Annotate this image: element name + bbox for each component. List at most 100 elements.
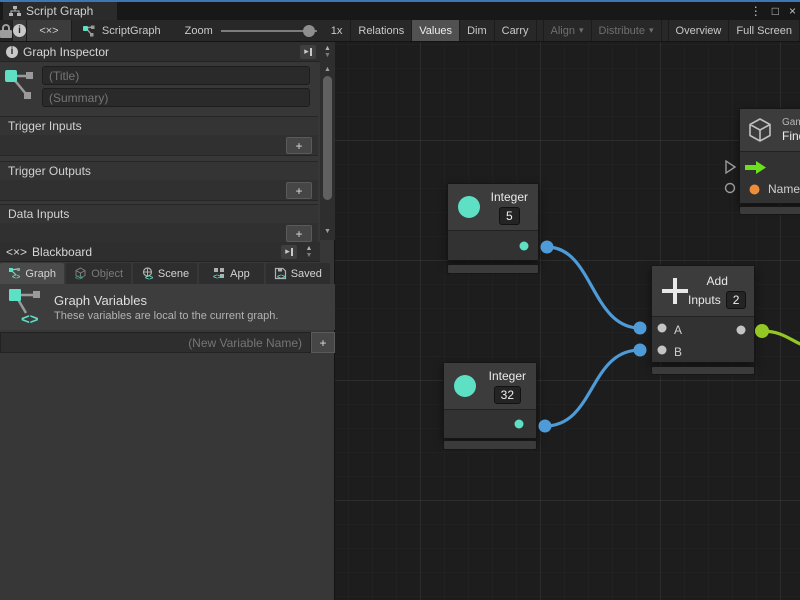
graph-summary-field[interactable]: [42, 88, 310, 107]
wire-endpoint: [539, 420, 552, 433]
values-button[interactable]: Values: [412, 20, 460, 41]
name-port-row[interactable]: Name: [740, 178, 800, 200]
scroll-down-icon[interactable]: ▼: [320, 228, 335, 235]
zoom-slider-knob[interactable]: [303, 25, 315, 37]
carry-button[interactable]: Carry: [495, 20, 537, 41]
port-a-row[interactable]: A: [652, 319, 754, 341]
gameobject-find-node[interactable]: Game Object Find Name: [739, 108, 800, 204]
integer-node-5[interactable]: Integer 5: [447, 183, 539, 261]
titlebar: Script Graph ⋮ □ ×: [0, 0, 800, 20]
integer-type-icon: [453, 374, 477, 398]
trigger-inputs-section: Trigger Inputs: [0, 116, 318, 136]
graph-variables-info: <> Graph Variables These variables are l…: [0, 284, 335, 330]
breadcrumb-label: ScriptGraph: [102, 25, 161, 37]
add-node[interactable]: Add Inputs 2 A B: [651, 265, 755, 363]
name-port-icon: [749, 184, 760, 195]
gameobject-cube-icon: [746, 116, 774, 144]
popout-icon[interactable]: ▸: [281, 245, 297, 259]
data-inputs-section: Data Inputs: [0, 204, 318, 224]
trigger-outputs-list: +: [0, 180, 318, 201]
scroll-up-icon[interactable]: ▲: [320, 66, 335, 73]
blackboard-title: Blackboard: [32, 245, 92, 259]
align-dropdown[interactable]: Align▾: [544, 20, 592, 41]
tab-script-graph[interactable]: Script Graph: [3, 2, 117, 20]
flow-input-port[interactable]: [740, 156, 800, 178]
close-icon[interactable]: ×: [789, 2, 796, 20]
svg-text:<>: <>: [12, 274, 20, 280]
add-data-input-button[interactable]: +: [286, 225, 312, 242]
info-icon: i: [6, 46, 18, 58]
dim-button[interactable]: Dim: [460, 20, 495, 41]
section-label: Trigger Inputs: [0, 117, 318, 135]
cube-icon: <>: [74, 267, 87, 280]
inspector-toggle-button[interactable]: i: [12, 20, 26, 41]
tab-saved[interactable]: <> Saved: [266, 263, 330, 284]
new-variable-row: +: [0, 332, 335, 353]
node-title: Find: [782, 129, 800, 143]
wire-add-output: [762, 331, 800, 347]
blackboard-icon: <×>: [6, 245, 27, 259]
node-footer: [651, 366, 755, 375]
tab-graph[interactable]: <> Graph: [0, 263, 64, 284]
tab-app[interactable]: <> App: [199, 263, 263, 284]
panel-scroll-arrows[interactable]: ▲▼: [302, 245, 316, 259]
tab-scene[interactable]: <> Scene: [133, 263, 197, 284]
variables-toggle-button[interactable]: <×>: [26, 20, 71, 41]
wire-endpoint: [634, 322, 647, 335]
tab-object[interactable]: <> Object: [66, 263, 130, 284]
node-title: Integer: [491, 190, 528, 204]
zoom-slider[interactable]: [221, 30, 317, 32]
flow-input-stub-icon: [726, 161, 735, 173]
graph-canvas[interactable]: Integer 5 Integer 32: [335, 42, 800, 600]
graph-tree-icon: [9, 5, 21, 17]
panel-scroll-arrows[interactable]: ▲▼: [320, 45, 335, 59]
new-variable-input[interactable]: [0, 332, 311, 353]
integer-value-field[interactable]: 32: [494, 386, 521, 404]
fullscreen-button[interactable]: Full Screen: [729, 20, 800, 41]
maximize-icon[interactable]: □: [772, 2, 779, 20]
graph-inspector-header: i Graph Inspector ▸: [0, 42, 320, 62]
inputs-count-field[interactable]: 2: [726, 291, 747, 309]
distribute-dropdown[interactable]: Distribute▾: [592, 20, 662, 41]
overview-button[interactable]: Overview: [669, 20, 730, 41]
port-b-row[interactable]: B: [652, 341, 754, 363]
scene-icon: <>: [141, 267, 154, 280]
wire-endpoint: [541, 241, 554, 254]
inputs-label: Inputs: [688, 293, 721, 307]
script-graph-icon: [82, 24, 96, 38]
chevron-down-icon: ▾: [579, 25, 584, 36]
integer-value-field[interactable]: 5: [499, 207, 520, 225]
graph-inspector-title: Graph Inspector: [23, 45, 109, 59]
node-footer: [447, 264, 539, 274]
breadcrumb[interactable]: ScriptGraph: [71, 20, 171, 41]
graph-toolbar: i <×> ScriptGraph Zoom 1x Relations Valu…: [0, 20, 800, 42]
add-variable-button[interactable]: +: [311, 332, 335, 353]
svg-text:<>: <>: [277, 274, 285, 280]
inspector-scrollbar[interactable]: ▲▼ ▲ ▼: [320, 42, 335, 240]
window-title: Script Graph: [26, 4, 93, 18]
zoom-control: Zoom 1x: [171, 20, 343, 41]
lock-button[interactable]: [0, 20, 12, 41]
graph-variables-icon: [4, 68, 38, 108]
graph-variables-description: These variables are local to the current…: [54, 310, 278, 322]
graph-title-field[interactable]: [42, 66, 310, 85]
node-footer: [739, 206, 800, 215]
relations-button[interactable]: Relations: [351, 20, 412, 41]
scrollbar-thumb[interactable]: [323, 76, 332, 200]
svg-text:<>: <>: [21, 311, 39, 327]
svg-text:<>: <>: [75, 275, 83, 280]
add-trigger-output-button[interactable]: +: [286, 182, 312, 199]
graph-variables-heading: Graph Variables: [54, 293, 278, 308]
blackboard-header: <×> Blackboard ▸ ▲▼: [0, 242, 320, 262]
integer-type-icon: [457, 195, 481, 219]
add-trigger-input-button[interactable]: +: [286, 137, 312, 154]
wire-int32-to-b: [545, 350, 640, 426]
wire-endpoint: [755, 324, 769, 338]
popout-icon[interactable]: ▸: [300, 45, 316, 59]
svg-text:<>: <>: [213, 274, 221, 280]
window-menu-icon[interactable]: ⋮: [750, 2, 762, 20]
integer-node-32[interactable]: Integer 32: [443, 362, 537, 439]
graph-icon: <>: [8, 267, 21, 280]
wire-endpoint: [634, 344, 647, 357]
add-operator-icon: [662, 278, 688, 304]
